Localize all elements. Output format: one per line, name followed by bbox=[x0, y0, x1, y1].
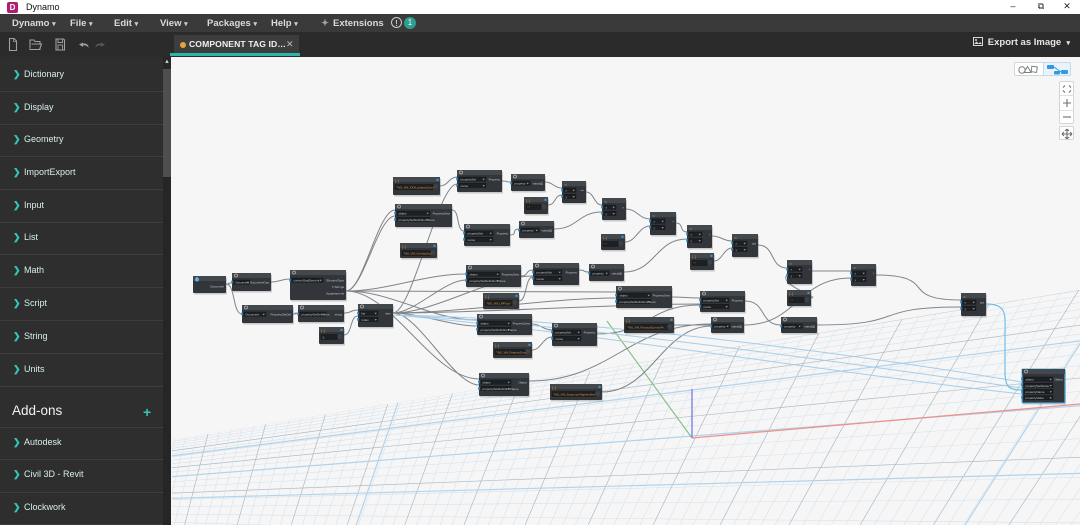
svg-text:"WS_VM_OverlayZoom": "WS_VM_OverlayZoom" bbox=[403, 251, 435, 255]
svg-text:[..]: [..] bbox=[495, 344, 499, 348]
svg-text:"WS_VM_XXXLocationZoom": "WS_VM_XXXLocationZoom" bbox=[396, 185, 434, 189]
svg-text:Object: Object bbox=[518, 381, 527, 385]
svg-text:object: object bbox=[1026, 378, 1034, 382]
svg-text:list: list bbox=[362, 312, 366, 316]
svg-text:propertyValue: propertyValue bbox=[1026, 396, 1045, 400]
svg-text:==: == bbox=[580, 189, 584, 193]
svg-text:=: = bbox=[853, 265, 856, 270]
svg-text:propertySetDefinitionName: propertySetDefinitionName bbox=[399, 218, 435, 222]
svg-text:propertySet: propertySet bbox=[556, 331, 572, 335]
svg-text:value[][]: value[][] bbox=[731, 325, 742, 329]
svg-text:out: out bbox=[980, 301, 984, 305]
svg-text:name: name bbox=[704, 305, 712, 309]
svg-text:[..]: [..] bbox=[485, 295, 489, 299]
svg-text:=: = bbox=[689, 226, 692, 231]
svg-text:value[][]: value[][] bbox=[804, 325, 815, 329]
svg-text:PropertySets: PropertySets bbox=[653, 294, 671, 298]
svg-text:Document: Document bbox=[210, 285, 224, 289]
svg-text:DocumentOps: DocumentOps bbox=[250, 281, 270, 285]
svg-text:currentOpsElement: currentOpsElement bbox=[294, 279, 320, 283]
svg-text:Property: Property bbox=[584, 331, 596, 335]
svg-text:1;: 1; bbox=[322, 335, 325, 339]
svg-text:propertySet: propertySet bbox=[704, 299, 720, 303]
svg-text:" ": " " bbox=[527, 205, 530, 209]
svg-text:name: name bbox=[537, 277, 545, 281]
svg-text:[..]: [..] bbox=[603, 236, 607, 240]
svg-text:object: object bbox=[620, 294, 628, 298]
svg-text:string: string bbox=[335, 313, 343, 317]
svg-text:" ": " " bbox=[604, 242, 607, 246]
svg-text:propertySetDefinitionName: propertySetDefinitionName bbox=[620, 300, 656, 304]
svg-text:property: property bbox=[593, 272, 605, 276]
svg-text:out: out bbox=[752, 242, 756, 246]
svg-text:propertySetDefinitionName: propertySetDefinitionName bbox=[483, 387, 519, 391]
svg-text:" ": " " bbox=[790, 298, 793, 302]
svg-text:value[][]: value[][] bbox=[541, 229, 552, 233]
svg-text:Property: Property bbox=[489, 178, 501, 182]
svg-text:propertySetDefinitionName: propertySetDefinitionName bbox=[481, 328, 517, 332]
svg-text:=: = bbox=[604, 199, 607, 204]
svg-text:PropertySets: PropertySets bbox=[502, 273, 520, 277]
svg-text:" ": " " bbox=[693, 261, 696, 265]
svg-text:PropertySetDef: PropertySetDef bbox=[270, 313, 291, 317]
svg-text:Property: Property bbox=[732, 299, 744, 303]
svg-text:+: + bbox=[672, 220, 674, 224]
svg-text:T-Strings: T-Strings bbox=[332, 285, 345, 289]
svg-text:value[][]: value[][] bbox=[611, 272, 622, 276]
svg-text:Property: Property bbox=[566, 271, 578, 275]
svg-text:property: property bbox=[523, 229, 535, 233]
svg-text:PropertySets: PropertySets bbox=[433, 212, 451, 216]
svg-text:index: index bbox=[362, 318, 370, 322]
svg-text:[..]: [..] bbox=[395, 179, 399, 183]
svg-text:object: object bbox=[470, 273, 478, 277]
svg-text:=: = bbox=[564, 182, 567, 187]
svg-text:ElementType: ElementType bbox=[326, 279, 344, 283]
svg-text:item: item bbox=[385, 312, 391, 316]
svg-text:"WS_VM_ProtocolSymbolPr...": "WS_VM_ProtocolSymbolPr..." bbox=[627, 325, 667, 329]
svg-text:=: = bbox=[652, 213, 655, 218]
svg-text:property: property bbox=[785, 325, 797, 329]
svg-text:"WS_VM_SequenceTagIdentifier": "WS_VM_SequenceTagIdentifier" bbox=[553, 392, 596, 396]
svg-text:property: property bbox=[715, 325, 727, 329]
svg-text:=: = bbox=[963, 294, 966, 299]
svg-text:PropertySets: PropertySets bbox=[513, 322, 531, 326]
svg-text:object: object bbox=[399, 212, 407, 216]
svg-text:=: = bbox=[789, 261, 792, 266]
svg-text:property: property bbox=[515, 182, 527, 186]
svg-text:name: name bbox=[556, 337, 564, 341]
svg-text:"WS_VM_UPFloor": "WS_VM_UPFloor" bbox=[486, 301, 511, 305]
svg-text:propertySetDefinition: propertySetDefinition bbox=[302, 313, 330, 317]
svg-text:[..]: [..] bbox=[626, 319, 630, 323]
svg-text:Appartamenti: Appartamenti bbox=[326, 291, 344, 295]
svg-text:=: = bbox=[734, 235, 737, 240]
svg-text:name: name bbox=[461, 184, 469, 188]
svg-text:Object: Object bbox=[1054, 377, 1063, 381]
svg-text:propertySetName: propertySetName bbox=[1026, 384, 1050, 388]
svg-text:[..]: [..] bbox=[402, 245, 406, 249]
svg-text:[..]: [..] bbox=[321, 329, 325, 333]
svg-text:propertySet: propertySet bbox=[461, 178, 477, 182]
svg-text:Property: Property bbox=[497, 232, 509, 236]
svg-text:[..]: [..] bbox=[692, 255, 696, 259]
svg-text:Document: Document bbox=[246, 313, 260, 317]
svg-text:propertySet: propertySet bbox=[537, 271, 553, 275]
svg-text:propertyName: propertyName bbox=[1026, 390, 1045, 394]
svg-text:[..]: [..] bbox=[789, 292, 793, 296]
svg-text:[..]: [..] bbox=[526, 199, 530, 203]
svg-text:value[][]: value[][] bbox=[532, 182, 543, 186]
svg-text:[..]: [..] bbox=[552, 386, 556, 390]
svg-text:propertySetDefinitionName: propertySetDefinitionName bbox=[470, 279, 506, 283]
svg-text:propertySet: propertySet bbox=[468, 232, 484, 236]
svg-text:object: object bbox=[483, 381, 491, 385]
svg-text:object: object bbox=[481, 322, 489, 326]
svg-text:name: name bbox=[468, 238, 476, 242]
svg-text:"WS_VM_FeatureZoom": "WS_VM_FeatureZoom" bbox=[496, 350, 528, 354]
